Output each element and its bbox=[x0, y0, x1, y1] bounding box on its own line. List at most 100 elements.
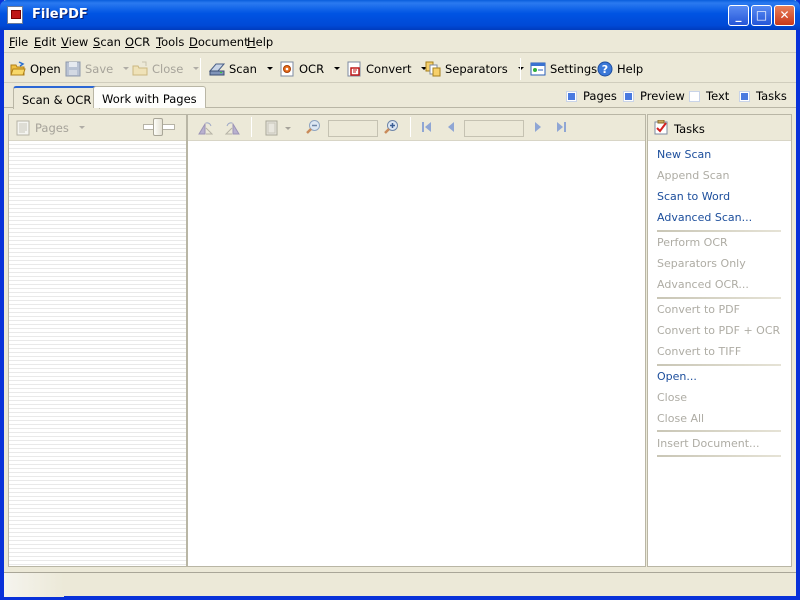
menu-document[interactable]: Document bbox=[189, 35, 249, 49]
save-button[interactable]: Save bbox=[65, 60, 130, 77]
menu-bar: File Edit View Scan OCR Tools Document H… bbox=[4, 30, 796, 53]
close-icon: ✕ bbox=[779, 8, 790, 22]
convert-pdf-icon bbox=[346, 61, 362, 77]
task-group-divider bbox=[657, 455, 781, 457]
preview-panel bbox=[187, 114, 646, 567]
page-fit-icon[interactable] bbox=[264, 120, 280, 139]
page-fit-dropdown-icon[interactable] bbox=[285, 127, 291, 130]
next-page-icon[interactable] bbox=[533, 120, 543, 137]
toolbar-separator bbox=[410, 117, 411, 137]
tasks-clipboard-icon bbox=[654, 119, 668, 138]
last-page-icon[interactable] bbox=[555, 120, 567, 137]
pages-panel: Pages bbox=[8, 114, 187, 567]
tab-work-with-pages[interactable]: Work with Pages bbox=[93, 86, 206, 108]
separators-icon bbox=[425, 61, 441, 77]
menu-tools[interactable]: Tools bbox=[156, 35, 184, 49]
svg-text:?: ? bbox=[602, 63, 608, 76]
close-window-button[interactable]: ✕ bbox=[774, 5, 795, 26]
help-button[interactable]: ? Help bbox=[597, 60, 643, 77]
folder-close-icon bbox=[132, 61, 148, 77]
toolbar-separator bbox=[251, 117, 252, 137]
task-convert-to-tiff[interactable]: Convert to TIFF bbox=[657, 345, 741, 358]
task-advanced-ocr[interactable]: Advanced OCR... bbox=[657, 278, 749, 291]
maximize-icon: □ bbox=[755, 8, 768, 22]
menu-ocr[interactable]: OCR bbox=[125, 35, 150, 49]
checkbox[interactable] bbox=[566, 90, 577, 102]
toolbar-separator bbox=[200, 58, 201, 80]
checkbox[interactable] bbox=[739, 90, 750, 102]
title-bar[interactable]: FilePDF _ □ ✕ bbox=[0, 0, 800, 30]
tasks-panel-header: Tasks bbox=[648, 115, 791, 140]
minimize-icon: _ bbox=[735, 8, 742, 22]
document-preview-area[interactable] bbox=[188, 140, 645, 566]
pages-dropdown[interactable]: Pages bbox=[15, 119, 85, 136]
task-scan-to-word[interactable]: Scan to Word bbox=[657, 190, 730, 203]
task-convert-to-pdf[interactable]: Convert to PDF bbox=[657, 303, 740, 316]
status-bar-panel bbox=[4, 573, 64, 597]
task-group-divider bbox=[657, 364, 781, 366]
open-button[interactable]: Open bbox=[10, 60, 61, 77]
floppy-disk-icon bbox=[65, 61, 81, 77]
task-open[interactable]: Open... bbox=[657, 370, 697, 383]
window-title: FilePDF bbox=[32, 7, 88, 22]
tasks-panel-title: Tasks bbox=[674, 122, 705, 136]
menu-scan[interactable]: Scan bbox=[93, 35, 121, 49]
rotate-left-icon[interactable] bbox=[197, 120, 214, 139]
task-perform-ocr[interactable]: Perform OCR bbox=[657, 236, 728, 249]
pages-thumbnail-list[interactable] bbox=[9, 140, 186, 566]
toggle-text[interactable]: Text bbox=[689, 89, 729, 103]
pages-document-icon bbox=[15, 120, 31, 136]
preview-toolbar bbox=[188, 115, 645, 140]
toggle-preview[interactable]: Preview bbox=[623, 89, 685, 103]
page-number-input[interactable] bbox=[464, 120, 524, 137]
ocr-gear-icon bbox=[279, 61, 295, 77]
tab-scan-ocr[interactable]: Scan & OCR bbox=[13, 86, 101, 109]
toolbar-separator bbox=[520, 58, 521, 80]
toggle-pages[interactable]: Pages bbox=[566, 89, 617, 103]
minimize-button[interactable]: _ bbox=[728, 5, 749, 26]
rotate-right-icon[interactable] bbox=[224, 120, 241, 139]
task-group-divider bbox=[657, 230, 781, 232]
task-new-scan[interactable]: New Scan bbox=[657, 148, 711, 161]
checkbox[interactable] bbox=[689, 90, 700, 102]
app-window: FilePDF _ □ ✕ File Edit View Scan OCR To… bbox=[0, 0, 800, 600]
task-append-scan[interactable]: Append Scan bbox=[657, 169, 729, 182]
slider-thumb[interactable] bbox=[153, 118, 163, 136]
folder-open-icon bbox=[10, 60, 26, 77]
task-close-all[interactable]: Close All bbox=[657, 412, 704, 425]
tasks-list: New Scan Append Scan Scan to Word Advanc… bbox=[648, 140, 791, 566]
main-toolbar: Open Save Close Scan OCR Convert Separat… bbox=[4, 54, 796, 83]
tasks-panel: Tasks New Scan Append Scan Scan to Word … bbox=[647, 114, 792, 567]
convert-button[interactable]: Convert bbox=[346, 60, 428, 77]
task-group-divider bbox=[657, 297, 781, 299]
status-bar bbox=[4, 572, 796, 597]
task-convert-to-pdf-ocr[interactable]: Convert to PDF + OCR bbox=[657, 324, 780, 337]
toggle-tasks[interactable]: Tasks bbox=[739, 89, 787, 103]
task-close[interactable]: Close bbox=[657, 391, 687, 404]
menu-view[interactable]: View bbox=[61, 35, 88, 49]
task-advanced-scan[interactable]: Advanced Scan... bbox=[657, 211, 752, 224]
help-question-icon: ? bbox=[597, 61, 613, 77]
menu-help[interactable]: Help bbox=[247, 35, 273, 49]
close-button[interactable]: Close bbox=[132, 60, 200, 77]
zoom-level-input[interactable] bbox=[328, 120, 378, 137]
task-insert-document[interactable]: Insert Document... bbox=[657, 437, 760, 450]
menu-edit[interactable]: Edit bbox=[34, 35, 56, 49]
app-icon bbox=[7, 6, 23, 24]
maximize-button[interactable]: □ bbox=[751, 5, 772, 26]
settings-button[interactable]: Settings bbox=[530, 60, 597, 77]
thumbnail-size-slider[interactable] bbox=[143, 118, 175, 136]
first-page-icon[interactable] bbox=[421, 120, 433, 137]
previous-page-icon[interactable] bbox=[446, 120, 456, 137]
settings-window-icon bbox=[530, 61, 546, 77]
checkbox[interactable] bbox=[623, 90, 634, 102]
scan-button[interactable]: Scan bbox=[208, 60, 273, 77]
menu-file[interactable]: File bbox=[9, 35, 28, 49]
ocr-button[interactable]: OCR bbox=[279, 60, 341, 77]
separators-button[interactable]: Separators bbox=[425, 60, 524, 77]
task-group-divider bbox=[657, 430, 781, 432]
pages-panel-header: Pages bbox=[9, 115, 186, 140]
zoom-in-icon[interactable] bbox=[383, 119, 399, 138]
task-separators-only[interactable]: Separators Only bbox=[657, 257, 746, 270]
zoom-out-icon[interactable] bbox=[305, 119, 321, 138]
